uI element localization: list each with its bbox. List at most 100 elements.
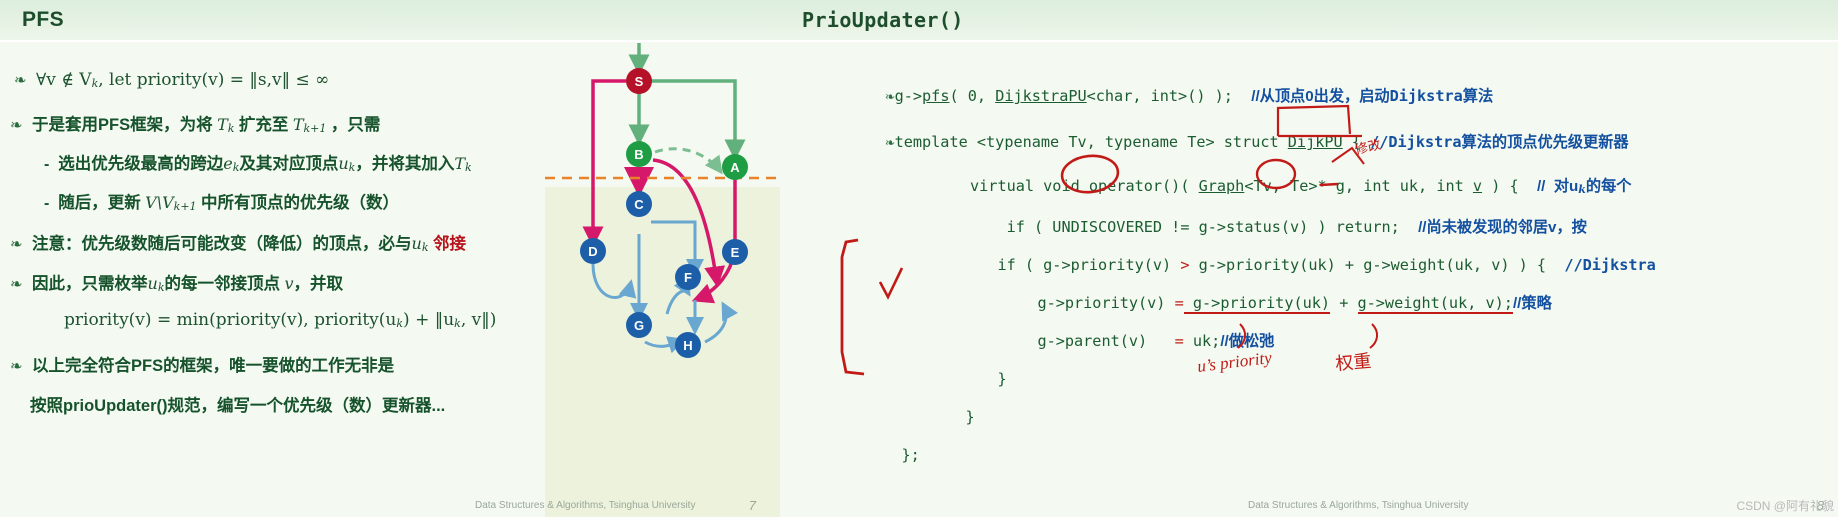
code-line-1: ❧g->pfs( 0, DijkstraPU<char, int>() ); /… (794, 74, 1493, 120)
bullet-2-text-b: 扩充至 (238, 116, 289, 134)
bullet-marker-icon: ❧ (885, 87, 895, 106)
bullet-1-math-a: ∀v ∉ V (36, 70, 92, 90)
bullet-marker-icon: ❧ (10, 358, 23, 375)
code-4-comment: //尚未被发现的邻居v，按 (1418, 219, 1587, 237)
code-line-2: ❧template <typename Tv, typename Te> str… (794, 120, 1628, 166)
bullet-6-text-c: ，并取 (293, 275, 344, 293)
bullet-3-text-c: ，并将其加入 (355, 155, 455, 173)
bullet-item-5: ❧ 注意：优先级数随后可能改变（降低）的顶点，必与uk 邻接 (10, 230, 466, 254)
graph-edges-discovered (628, 43, 746, 175)
code-line-3: virtual void operator()( Graph<Tv, Te>* … (842, 164, 1631, 210)
svg-text:E: E (731, 245, 740, 260)
code-line-10: }; (810, 433, 919, 479)
graph-node-D: D (580, 238, 606, 264)
code-2-comment-red: Dijkstra (1388, 133, 1462, 152)
watermark: CSDN @阿有礼貌 (1736, 499, 1834, 513)
bullet-1-math-b: , let priority(v) = ‖s,v‖ ≤ ∞ (98, 70, 330, 90)
graph-node-C: C (626, 191, 652, 217)
dash-marker-icon: - (44, 195, 50, 212)
bullet-4-math: V\V (145, 193, 174, 212)
slide-pfs: PFS ❧ ∀v ∉ Vk, let priority(v) = ‖s,v‖ ≤… (0, 0, 780, 517)
graph-diagram: S A B D C E F G H (545, 42, 780, 517)
bullet-item-8: ❧ 以上完全符合PFS的框架，唯一要做的工作无非是 (10, 352, 394, 376)
code-1-dpu: DijkstraPU (995, 87, 1087, 106)
code-1-b: ( 0, (949, 87, 996, 106)
graph-node-A: A (722, 154, 748, 180)
svg-text:A: A (730, 160, 740, 175)
svg-text:F: F (684, 270, 692, 285)
page-title: PFS (22, 8, 65, 31)
bullet-6-math: u (147, 274, 158, 293)
bullet-6-sub: k (157, 281, 165, 294)
page-title-right: PrioUpdater() (802, 8, 964, 32)
bullet-2-text-a: 于是套用PFS框架，为将 (32, 116, 213, 134)
code-7-operator: = (1174, 332, 1184, 351)
footer-right: Data Structures & Algorithms, Tsinghua U… (1248, 500, 1469, 511)
code-6-d: g->weight(uk, v); (1357, 294, 1513, 315)
formula-part-c: , v‖) (460, 310, 497, 330)
code-3-v: v (1472, 177, 1483, 196)
bullet-5-text-b: 邻接 (432, 235, 466, 253)
code-3-comment-sub: k (1578, 183, 1586, 197)
graph-node-S: S (626, 68, 652, 94)
code-listing: ❧g->pfs( 0, DijkstraPU<char, int>() ); /… (780, 42, 1838, 517)
graph-node-H: H (675, 332, 701, 358)
formula-part-b: ) + ‖u (403, 310, 455, 330)
bullet-2-sub-1: k (227, 122, 235, 135)
code-2-struct: DijkPU (1287, 133, 1343, 152)
code-5-b: g->priority(uk) + g->weight(uk, v) ) { (1189, 256, 1547, 275)
svg-text:B: B (634, 147, 643, 162)
bullet-item-6: ❧ 因此，只需枚举uk的每一邻接顶点 v，并取 (10, 270, 343, 294)
dash-marker-icon: - (44, 156, 50, 173)
code-2-b: { (1342, 133, 1371, 152)
footer-left: Data Structures & Algorithms, Tsinghua U… (475, 500, 696, 511)
code-3-c: ) { (1482, 177, 1537, 196)
code-6-a: g->priority(v) (1037, 294, 1175, 313)
code-1-comment: //从顶点0出发，启动 (1251, 88, 1390, 106)
graph-svg: S A B D C E F G H (545, 43, 780, 358)
code-2-a: template <typename Tv, typename Te> stru… (894, 133, 1288, 152)
graph-node-E: E (722, 239, 748, 265)
code-7-a: g->parent(v) (1037, 332, 1175, 351)
bullet-item-9: 按照prioUpdater()规范，编写一个优先级（数）更新器... (30, 392, 445, 416)
code-1-c: <char, int>() ); (1086, 87, 1252, 106)
priority-formula: priority(v) = min(priority(v), priority(… (64, 310, 496, 330)
bullet-9-text: 按照prioUpdater()规范，编写一个优先级（数）更新器... (30, 397, 446, 415)
graph-node-G: G (626, 312, 652, 338)
code-3-a: virtual void operator()( (933, 177, 1199, 196)
bullet-3-text-a: 选出优先级最高的跨边 (58, 155, 224, 173)
formula-part-a: priority(v) = min(priority(v), priority(… (64, 310, 397, 330)
bullet-2-text-c: ，只需 (330, 116, 381, 134)
code-3-graph: Graph (1198, 177, 1245, 196)
svg-text:C: C (634, 197, 644, 212)
bullet-2-math-1: T (217, 115, 228, 134)
slide-deck: PFS ❧ ∀v ∉ Vk, let priority(v) = ‖s,v‖ ≤… (0, 0, 1838, 517)
bullet-item-1: ❧ ∀v ∉ Vk, let priority(v) = ‖s,v‖ ≤ ∞ (14, 70, 329, 90)
code-8-brace: } (997, 370, 1007, 389)
code-1-comment-end: 算法 (1462, 88, 1494, 106)
slide-prioupdater: PrioUpdater() ❧g->pfs( 0, DijkstraPU<cha… (780, 0, 1838, 517)
bullet-marker-icon: ❧ (10, 276, 23, 293)
svg-text:D: D (588, 244, 597, 259)
bullet-4-text-b: 中所有顶点的优先级（数） (201, 194, 400, 212)
svg-text:S: S (635, 74, 644, 89)
bullet-marker-icon: ❧ (10, 236, 23, 253)
code-7-comment: //做松弛 (1220, 333, 1275, 351)
slide-left-body: ❧ ∀v ∉ Vk, let priority(v) = ‖s,v‖ ≤ ∞ ❧… (0, 42, 780, 517)
bullet-list: ❧ ∀v ∉ Vk, let priority(v) = ‖s,v‖ ≤ ∞ ❧… (0, 42, 545, 517)
graph-edges-undiscovered (591, 220, 739, 354)
code-4-a: if ( UNDISCOVERED != g->status(v) ) retu… (933, 218, 1419, 237)
code-2-comment: // (1370, 133, 1389, 152)
slide-right-body: ❧g->pfs( 0, DijkstraPU<char, int>() ); /… (780, 42, 1838, 517)
code-1-pfs: pfs (922, 87, 950, 106)
code-3-comment: // 对uk的每个 (1536, 178, 1632, 197)
code-9-brace: } (965, 408, 975, 427)
bullet-5-sub: k (421, 241, 429, 254)
formula-sub-2: k (454, 317, 461, 330)
code-1-a: g-> (894, 87, 923, 106)
code-6-c: + (1330, 294, 1358, 313)
bullet-2-sub-2: k+1 (303, 122, 327, 135)
code-6-b: g->priority(uk) (1183, 294, 1331, 315)
code-3-b: <Tv, Te>* g, int uk, int (1244, 177, 1473, 196)
bullet-5-math: u (411, 234, 422, 253)
